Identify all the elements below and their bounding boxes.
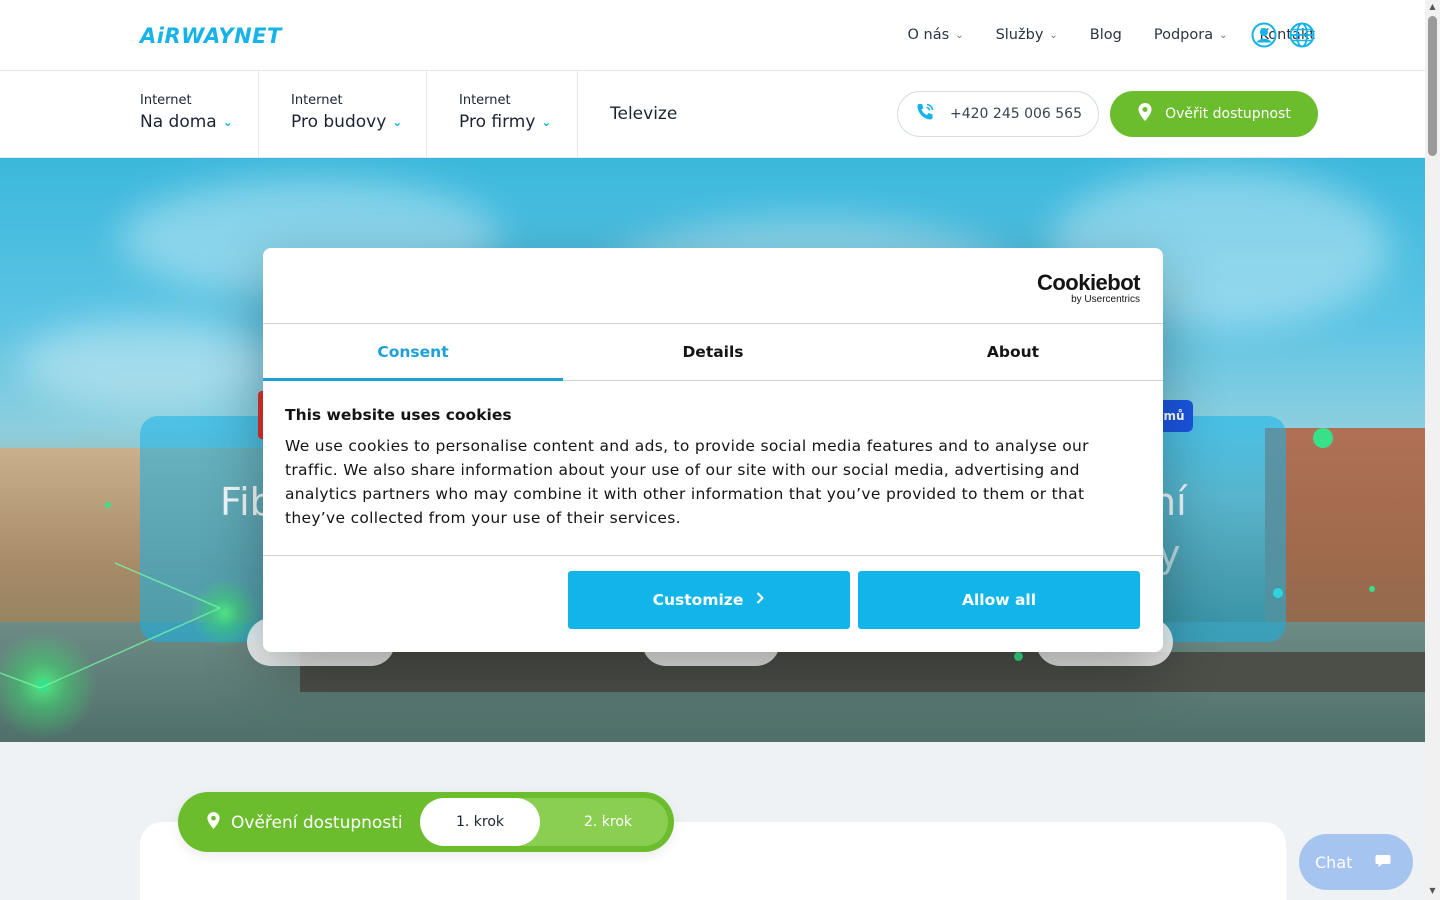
- nav-item-label: Služby: [995, 27, 1044, 43]
- availability-title: Ověření dostupnosti: [206, 811, 403, 835]
- network-node: [1369, 586, 1375, 592]
- customize-label: Customize: [652, 591, 744, 609]
- nav-item-o-nas[interactable]: O nás ⌄: [908, 27, 964, 43]
- scroll-thumb[interactable]: [1428, 16, 1437, 156]
- tab-consent[interactable]: Consent: [263, 324, 563, 381]
- product-nav: Internet Na doma ⌄ Internet Pro budovy ⌄…: [0, 71, 1425, 158]
- segment-big-label: Na doma ⌄: [140, 112, 233, 132]
- scroll-up-arrow-icon[interactable]: ▲: [1428, 2, 1437, 12]
- segment-pro-firmy[interactable]: Internet Pro firmy ⌄: [459, 71, 551, 157]
- chevron-down-icon: ⌄: [1219, 29, 1228, 41]
- nav-televize[interactable]: Televize: [610, 104, 677, 124]
- chat-bubble-icon: [1375, 853, 1391, 872]
- chat-label: Chat: [1315, 852, 1353, 872]
- segment-big-label: Pro firmy ⌄: [459, 112, 551, 132]
- check-availability-label: Ověřit dostupnost: [1165, 106, 1291, 122]
- divider: [258, 71, 259, 157]
- phone-icon: [914, 101, 936, 127]
- segment-small-label: Internet: [291, 93, 343, 108]
- segment-small-label: Internet: [459, 93, 511, 108]
- chat-widget-button[interactable]: Chat: [1299, 834, 1413, 890]
- customize-button[interactable]: Customize: [568, 571, 850, 629]
- page-scrollbar[interactable]: ▲ ▼: [1425, 0, 1440, 900]
- allow-all-button[interactable]: Allow all: [858, 571, 1140, 629]
- cookie-text: We use cookies to personalise content an…: [285, 437, 1089, 527]
- network-node: [105, 502, 111, 508]
- chevron-down-icon: ⌄: [541, 115, 552, 129]
- availability-label: Ověření dostupnosti: [231, 813, 403, 833]
- tab-about[interactable]: About: [863, 324, 1163, 380]
- segment-title: Na doma: [140, 112, 217, 132]
- nav-item-label: O nás: [907, 27, 950, 43]
- network-node: [1014, 652, 1023, 661]
- cookie-consent-dialog: Cookiebot by Usercentrics Consent Detail…: [263, 248, 1163, 652]
- cloud: [20, 318, 280, 408]
- nav-item-podpora[interactable]: Podpora ⌄: [1154, 27, 1228, 43]
- location-pin-icon: [206, 811, 221, 835]
- chevron-down-icon: ⌄: [1049, 29, 1058, 41]
- phone-button[interactable]: +420 245 006 565: [897, 91, 1099, 137]
- nav-item-label: Blog: [1089, 27, 1122, 43]
- check-availability-button[interactable]: Ověřit dostupnost: [1110, 91, 1318, 137]
- divider: [426, 71, 427, 157]
- nav-item-label: Podpora: [1153, 27, 1214, 43]
- globe-icon[interactable]: [1289, 22, 1315, 48]
- bridge: [300, 652, 1425, 692]
- cookie-tabs: Consent Details About: [263, 323, 1163, 381]
- tab-details[interactable]: Details: [563, 324, 863, 380]
- cookie-footer: Customize Allow all: [263, 555, 1163, 652]
- cookiebot-logo: Cookiebot by Usercentrics: [1036, 270, 1141, 305]
- phone-number: +420 245 006 565: [950, 106, 1082, 122]
- step-2-tab[interactable]: 2. krok: [548, 798, 668, 846]
- segment-title: Pro budovy: [291, 112, 387, 132]
- segment-big-label: Pro budovy ⌄: [291, 112, 402, 132]
- network-node: [1273, 588, 1283, 598]
- network-lines: [0, 562, 221, 689]
- segment-pro-budovy[interactable]: Internet Pro budovy ⌄: [291, 71, 402, 157]
- chevron-down-icon: ⌄: [222, 115, 233, 129]
- top-navbar: AiRWAYNET O nás ⌄ Služby ⌄ Blog Podpora …: [0, 0, 1425, 71]
- chevron-down-icon: ⌄: [955, 29, 964, 41]
- allow-all-label: Allow all: [961, 591, 1037, 609]
- nav-item-sluzby[interactable]: Služby ⌄: [996, 27, 1058, 43]
- segment-title: Pro firmy: [459, 112, 536, 132]
- chevron-down-icon: ⌄: [392, 115, 403, 129]
- cookie-body: This website uses cookies We use cookies…: [285, 406, 1115, 530]
- nav-item-blog[interactable]: Blog: [1090, 27, 1122, 43]
- scroll-down-arrow-icon[interactable]: ▼: [1428, 886, 1437, 896]
- top-icons: [1251, 22, 1315, 48]
- chevron-right-icon: [755, 591, 765, 609]
- segment-small-label: Internet: [140, 93, 192, 108]
- divider: [577, 71, 578, 157]
- location-pin-icon: [1137, 102, 1153, 126]
- network-node: [1313, 428, 1333, 448]
- step-1-tab[interactable]: 1. krok: [420, 798, 540, 846]
- user-icon[interactable]: [1251, 22, 1277, 48]
- cookie-heading: This website uses cookies: [285, 406, 512, 424]
- segment-na-doma[interactable]: Internet Na doma ⌄: [140, 71, 233, 157]
- airwaynet-logo[interactable]: AiRWAYNET: [140, 24, 282, 48]
- cookiebot-logo-text: Cookiebot: [1036, 270, 1141, 295]
